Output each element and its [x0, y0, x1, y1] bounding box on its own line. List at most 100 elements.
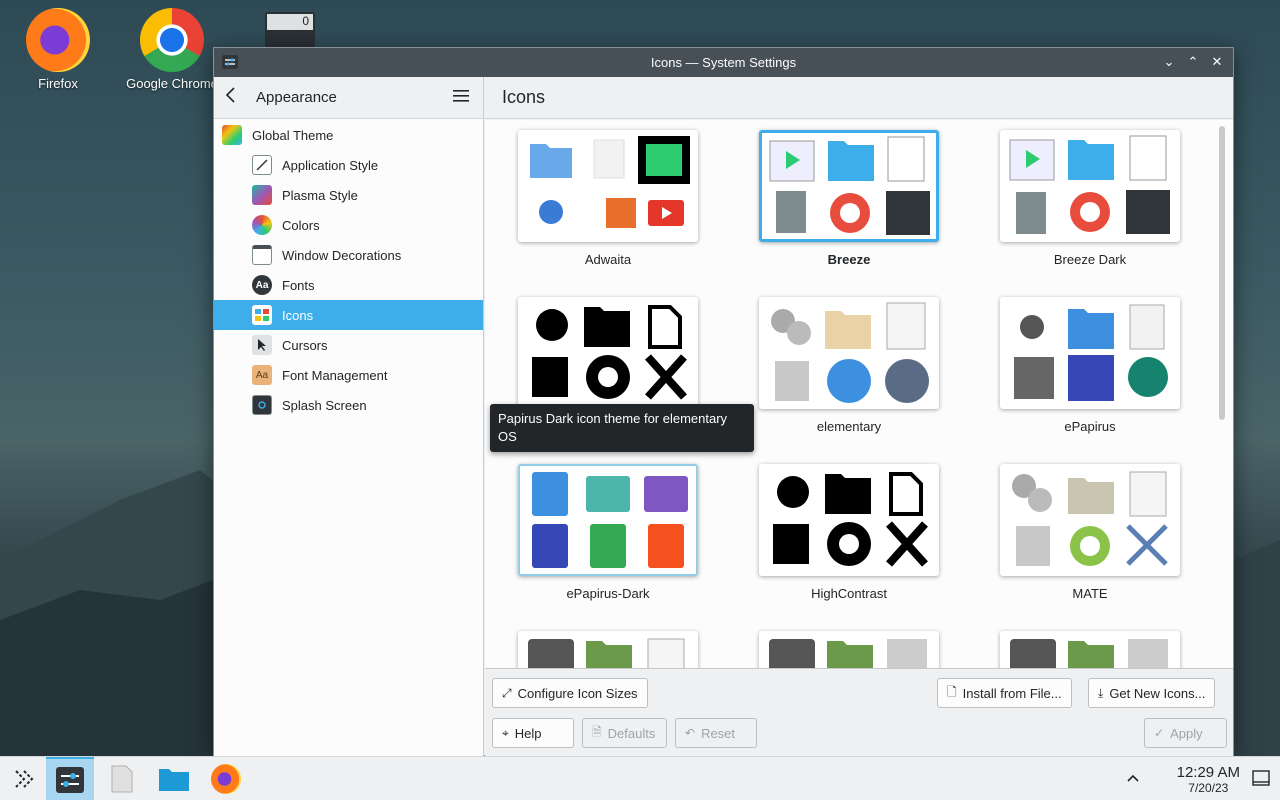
sidebar-item-cursors[interactable]: Cursors	[214, 330, 483, 360]
theme-name: Breeze	[827, 252, 871, 267]
desktop-chrome-shortcut[interactable]: Google Chrome	[124, 8, 220, 91]
theme-tile-epapirus[interactable]: ePapirus	[999, 297, 1181, 434]
launcher-icon	[15, 770, 34, 788]
icon-theme-grid[interactable]: Adwaita Breeze Breeze Dark elementary eP…	[485, 120, 1233, 669]
window-titlebar[interactable]: Icons — System Settings ⌄ ⌃ ✕	[214, 48, 1233, 77]
sidebar-header: Appearance	[214, 77, 483, 119]
theme-tile-papirus-dark[interactable]	[517, 297, 699, 409]
show-desktop-button[interactable]	[1252, 770, 1270, 789]
sidebar-item-colors[interactable]: Colors	[214, 210, 483, 240]
theme-preview	[759, 297, 939, 409]
sidebar-item-label: Fonts	[282, 277, 315, 293]
sidebar-item-label: Window Decorations	[282, 247, 402, 263]
sidebar-item-global-theme[interactable]: Global Theme	[214, 120, 483, 150]
theme-tile-adwaita[interactable]: Adwaita	[517, 130, 699, 267]
sidebar-item-application-style[interactable]: Application Style	[214, 150, 483, 180]
system-tray-expand-button[interactable]	[1126, 771, 1140, 786]
sidebar-item-splash-screen[interactable]: Splash Screen	[214, 390, 483, 420]
chrome-icon	[140, 8, 204, 72]
sidebar-item-icons[interactable]: Icons	[214, 300, 483, 330]
epapirus-dark-preview-icons	[532, 472, 688, 568]
sidebar-item-label: Plasma Style	[282, 187, 358, 203]
breeze-dark-preview-icons	[1009, 135, 1170, 234]
theme-tile-partial[interactable]	[999, 631, 1181, 668]
theme-name: MATE	[1072, 586, 1108, 601]
hamburger-menu-button[interactable]	[453, 89, 473, 106]
sidebar-item-label: Colors	[282, 217, 320, 233]
theme-preview	[1000, 464, 1180, 576]
download-icon: ⤓	[1098, 685, 1104, 700]
theme-name: Breeze Dark	[1053, 252, 1127, 267]
theme-preview	[759, 631, 939, 668]
taskbar-file-manager[interactable]	[150, 757, 198, 800]
digital-clock[interactable]: 12:29 AM 7/20/23	[1177, 764, 1240, 795]
application-style-icon	[252, 155, 272, 175]
button-label: Help	[514, 725, 542, 741]
file-icon: 🗋	[947, 684, 957, 699]
help-icon: ⌖	[502, 725, 509, 740]
sidebar-title: Appearance	[256, 89, 337, 106]
defaults-button[interactable]: 🗎 Defaults	[582, 718, 667, 748]
apply-button[interactable]: ✓ Apply	[1144, 718, 1227, 748]
desktop-icon-label: Google Chrome	[126, 76, 218, 91]
adwaita-preview-icons	[530, 136, 690, 228]
splash-screen-icon	[252, 395, 272, 415]
mate-preview-icons	[1012, 471, 1168, 566]
minimize-button[interactable]: ⌄	[1159, 52, 1179, 72]
sidebar-item-font-management[interactable]: Aa Font Management	[214, 360, 483, 390]
taskbar-document[interactable]	[98, 757, 146, 800]
desktop-firefox-shortcut[interactable]: Firefox	[10, 8, 106, 91]
theme-tile-breeze[interactable]: Breeze	[758, 130, 940, 267]
maximize-button[interactable]: ⌃	[1183, 52, 1203, 72]
help-button[interactable]: ⌖ Help	[492, 718, 574, 748]
vertical-scrollbar[interactable]	[1219, 126, 1225, 420]
reset-button[interactable]: ↶ Reset	[675, 718, 757, 748]
papirus-dark-preview-icons	[532, 305, 687, 400]
theme-tile-highcontrast[interactable]: HighContrast	[758, 464, 940, 601]
icons-icon	[252, 305, 272, 325]
document-icon	[111, 765, 133, 793]
button-label: Defaults	[607, 725, 656, 741]
color-wheel-icon	[252, 215, 272, 235]
install-from-file-button[interactable]: 🗋 Install from File...	[937, 678, 1072, 708]
document-icon: 🗎	[592, 724, 602, 739]
breeze-preview-icons	[769, 136, 930, 235]
sidebar-item-label: Font Management	[282, 367, 388, 383]
theme-preview	[1000, 631, 1180, 668]
cursors-icon	[252, 335, 272, 355]
theme-tile-mate[interactable]: MATE	[999, 464, 1181, 601]
theme-name: ePapirus	[1064, 419, 1116, 434]
back-button[interactable]	[224, 86, 242, 109]
button-label: Configure Icon Sizes	[517, 685, 638, 701]
theme-name: HighContrast	[811, 586, 887, 601]
plasma-style-icon	[252, 185, 272, 205]
configure-icon-sizes-button[interactable]: ⤢ Configure Icon Sizes	[492, 678, 648, 708]
chevron-up-icon: ⌃	[1187, 54, 1199, 69]
theme-tile-epapirus-dark[interactable]: ePapirus-Dark	[517, 464, 699, 601]
button-label: Apply	[1170, 725, 1203, 741]
theme-tile-partial[interactable]	[758, 631, 940, 668]
application-launcher-button[interactable]	[0, 757, 48, 800]
theme-tile-breeze-dark[interactable]: Breeze Dark	[999, 130, 1181, 267]
close-button[interactable]: ✕	[1207, 52, 1227, 72]
calculator-display: 0	[267, 14, 313, 30]
get-new-icons-button[interactable]: ⤓ Get New Icons...	[1088, 678, 1216, 708]
system-settings-window: Icons — System Settings ⌄ ⌃ ✕ Appearance…	[213, 47, 1234, 757]
resize-icon: ⤢	[502, 685, 512, 700]
sidebar-item-plasma-style[interactable]: Plasma Style	[214, 180, 483, 210]
taskbar-firefox[interactable]	[202, 757, 250, 800]
calculator-widget[interactable]: 0	[265, 12, 315, 48]
sidebar-item-window-decorations[interactable]: Window Decorations	[214, 240, 483, 270]
sidebar-item-fonts[interactable]: Aa Fonts	[214, 270, 483, 300]
theme-preview	[518, 631, 698, 668]
theme-tile-elementary[interactable]: elementary	[758, 297, 940, 434]
theme-tile-partial[interactable]	[517, 631, 699, 668]
partial-preview-icons	[1010, 639, 1168, 668]
theme-preview	[1000, 297, 1180, 409]
elementary-preview-icons	[771, 302, 929, 403]
folder-icon	[159, 769, 189, 791]
tooltip: Papirus Dark icon theme for elementary O…	[490, 404, 754, 452]
chevron-down-icon: ⌄	[1163, 54, 1175, 69]
taskbar-system-settings[interactable]	[46, 757, 94, 800]
theme-preview	[518, 464, 698, 576]
